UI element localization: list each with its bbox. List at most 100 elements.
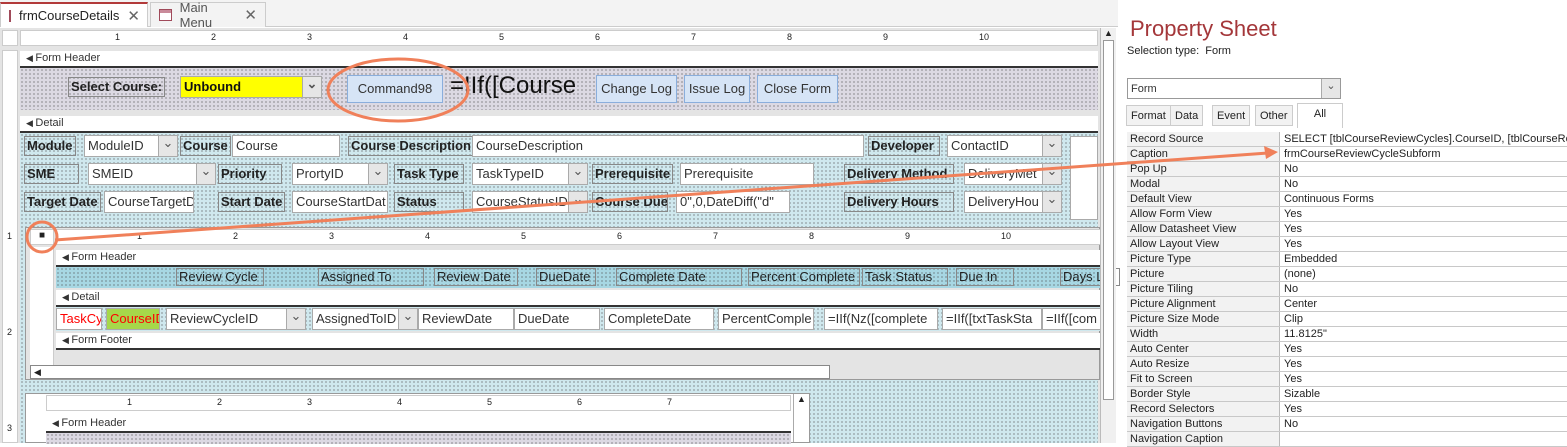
property-row[interactable]: Border Style Sizable: [1127, 387, 1567, 402]
issue-log-button[interactable]: Issue Log: [684, 75, 750, 103]
detail-field[interactable]: TaskCyc: [56, 308, 102, 330]
property-row[interactable]: Modal No: [1127, 177, 1567, 192]
change-log-button[interactable]: Change Log: [596, 75, 677, 103]
detail-field[interactable]: =IIf(Nz([complete: [824, 308, 938, 330]
property-row[interactable]: Fit to Screen Yes: [1127, 372, 1567, 387]
form-selector[interactable]: [2, 30, 18, 46]
property-value[interactable]: 11.8125": [1282, 327, 1567, 341]
task-type-combo[interactable]: TaskTypeID: [472, 163, 588, 185]
property-row[interactable]: Picture (none): [1127, 267, 1567, 282]
property-row[interactable]: Record Selectors Yes: [1127, 402, 1567, 417]
property-row[interactable]: Caption frmCourseReviewCycleSubform: [1127, 147, 1567, 162]
detail-field[interactable]: PercentComple: [718, 308, 814, 330]
select-course-combo[interactable]: Unbound: [180, 76, 322, 98]
property-value[interactable]: Yes: [1282, 402, 1567, 416]
delivery-hours-combo[interactable]: DeliveryHou: [964, 191, 1062, 213]
property-row[interactable]: Pop Up No: [1127, 162, 1567, 177]
property-row[interactable]: Allow Form View Yes: [1127, 207, 1567, 222]
course-description-textbox[interactable]: CourseDescription: [472, 135, 864, 157]
canvas-vertical-scrollbar[interactable]: ▲: [1100, 28, 1116, 443]
tab-format[interactable]: Format: [1126, 105, 1171, 126]
form-header-bar[interactable]: Form Header: [20, 51, 1098, 68]
property-value[interactable]: No: [1282, 162, 1567, 176]
property-row[interactable]: Width 11.8125": [1127, 327, 1567, 342]
subform-detail-bar[interactable]: Detail: [56, 290, 1101, 307]
mini-subform-control[interactable]: [1070, 136, 1098, 220]
property-value[interactable]: Yes: [1282, 372, 1567, 386]
subform-horizontal-scrollbar[interactable]: ◀: [30, 365, 830, 379]
tab-main-menu[interactable]: Main Menu ✕: [150, 0, 266, 30]
property-value[interactable]: Yes: [1282, 357, 1567, 371]
property-row[interactable]: Picture Alignment Center: [1127, 297, 1567, 312]
detail-field[interactable]: =IIf([com: [1042, 308, 1102, 330]
delivery-method-combo[interactable]: DeliveryMet: [964, 163, 1062, 185]
close-icon[interactable]: ✕: [127, 7, 140, 25]
property-row[interactable]: Auto Center Yes: [1127, 342, 1567, 357]
status-combo[interactable]: CourseStatusID: [472, 191, 588, 213]
detail-field[interactable]: DueDate: [514, 308, 600, 330]
property-row[interactable]: Navigation Caption: [1127, 432, 1567, 447]
property-row[interactable]: Picture Type Embedded: [1127, 252, 1567, 267]
tab-other[interactable]: Other: [1255, 105, 1293, 126]
property-value[interactable]: (none): [1282, 267, 1567, 281]
command98-button[interactable]: Command98: [347, 75, 443, 103]
detail-field[interactable]: CompleteDate: [604, 308, 714, 330]
property-row[interactable]: Auto Resize Yes: [1127, 357, 1567, 372]
detail-field[interactable]: =IIf([txtTaskSta: [942, 308, 1042, 330]
detail-field[interactable]: CourseID: [106, 308, 160, 330]
sme-combo[interactable]: SMEID: [88, 163, 216, 185]
property-row[interactable]: Picture Size Mode Clip: [1127, 312, 1567, 327]
lower-vertical-scrollbar[interactable]: ▲: [793, 394, 809, 442]
property-value[interactable]: Yes: [1282, 222, 1567, 236]
property-value[interactable]: No: [1282, 282, 1567, 296]
detail-field[interactable]: ReviewDate: [418, 308, 514, 330]
subform-header-bar[interactable]: Form Header: [56, 250, 1101, 267]
property-value[interactable]: Embedded: [1282, 252, 1567, 266]
target-date-textbox[interactable]: CourseTargetDa: [104, 191, 194, 213]
close-icon[interactable]: ✕: [244, 6, 257, 24]
property-value[interactable]: frmCourseReviewCycleSubform: [1282, 147, 1567, 161]
close-form-button[interactable]: Close Form: [757, 75, 838, 103]
detail-field[interactable]: ReviewCycleID: [166, 308, 306, 330]
detail-field[interactable]: AssignedToID: [312, 308, 418, 330]
review-cycle-subform[interactable]: ■ 1 2 3 4 5 6 7 8 9 10 Form Header Review Cycle As…: [25, 227, 1120, 380]
scroll-left-icon[interactable]: ◀: [34, 367, 41, 377]
priority-combo[interactable]: PrortyID: [292, 163, 388, 185]
property-row[interactable]: Allow Layout View Yes: [1127, 237, 1567, 252]
detail-bar[interactable]: Detail: [20, 116, 1098, 133]
scroll-up-icon[interactable]: ▲: [1101, 28, 1116, 38]
prerequisite-textbox[interactable]: Prerequisite: [680, 163, 814, 185]
tab-data[interactable]: Data: [1170, 105, 1204, 126]
property-value[interactable]: SELECT [tblCourseReviewCycles].CourseID,…: [1282, 132, 1567, 146]
object-selector[interactable]: Form: [1127, 78, 1341, 99]
subform-selector[interactable]: ■: [30, 229, 54, 245]
property-value[interactable]: No: [1282, 417, 1567, 431]
property-row[interactable]: Allow Datasheet View Yes: [1127, 222, 1567, 237]
property-row[interactable]: Picture Tiling No: [1127, 282, 1567, 297]
property-value[interactable]: Yes: [1282, 237, 1567, 251]
start-date-textbox[interactable]: CourseStartDat: [292, 191, 388, 213]
iif-expression-textbox[interactable]: =IIf([Course: [450, 72, 576, 100]
property-value[interactable]: Clip: [1282, 312, 1567, 326]
lower-subform[interactable]: 1 2 3 4 5 6 7 Form Header ▲: [25, 393, 810, 444]
tab-frmcoursedetails[interactable]: frmCourseDetails ✕: [0, 2, 148, 27]
property-value[interactable]: No: [1282, 177, 1567, 191]
property-name: Allow Datasheet View: [1127, 222, 1280, 236]
property-value[interactable]: Center: [1282, 297, 1567, 311]
tab-all[interactable]: All: [1297, 103, 1343, 128]
property-value[interactable]: Continuous Forms: [1282, 192, 1567, 206]
subform-footer-bar[interactable]: Form Footer: [56, 333, 1101, 350]
property-row[interactable]: Record Source SELECT [tblCourseReviewCycl…: [1127, 132, 1567, 147]
property-row[interactable]: Navigation Buttons No: [1127, 417, 1567, 432]
property-value[interactable]: Yes: [1282, 342, 1567, 356]
scrollbar-thumb[interactable]: [1103, 40, 1114, 400]
course-textbox[interactable]: Course: [232, 135, 340, 157]
module-combo[interactable]: ModuleID: [84, 135, 178, 157]
property-row[interactable]: Default View Continuous Forms: [1127, 192, 1567, 207]
developer-combo[interactable]: ContactID: [947, 135, 1062, 157]
course-due-textbox[interactable]: 0",0,DateDiff("d": [676, 191, 790, 213]
lower-form-header-bar[interactable]: Form Header: [46, 416, 791, 433]
property-value[interactable]: Sizable: [1282, 387, 1567, 401]
tab-event[interactable]: Event: [1212, 105, 1251, 126]
property-value[interactable]: Yes: [1282, 207, 1567, 221]
